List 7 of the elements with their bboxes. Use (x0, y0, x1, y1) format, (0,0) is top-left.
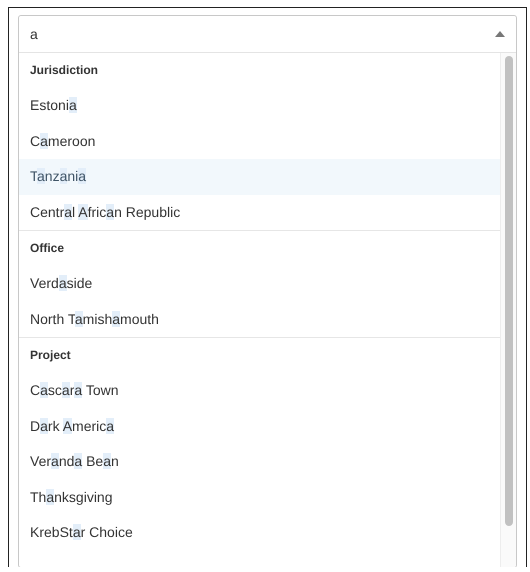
search-field[interactable]: a (30, 26, 495, 42)
group-header: Jurisdiction (29, 62, 100, 79)
group-header: Office (29, 240, 66, 257)
scrollbar-thumb[interactable] (504, 56, 512, 526)
caret-icon[interactable] (495, 31, 505, 37)
option-item[interactable]: Tanzania (19, 159, 500, 194)
group-header: Project (29, 347, 72, 364)
